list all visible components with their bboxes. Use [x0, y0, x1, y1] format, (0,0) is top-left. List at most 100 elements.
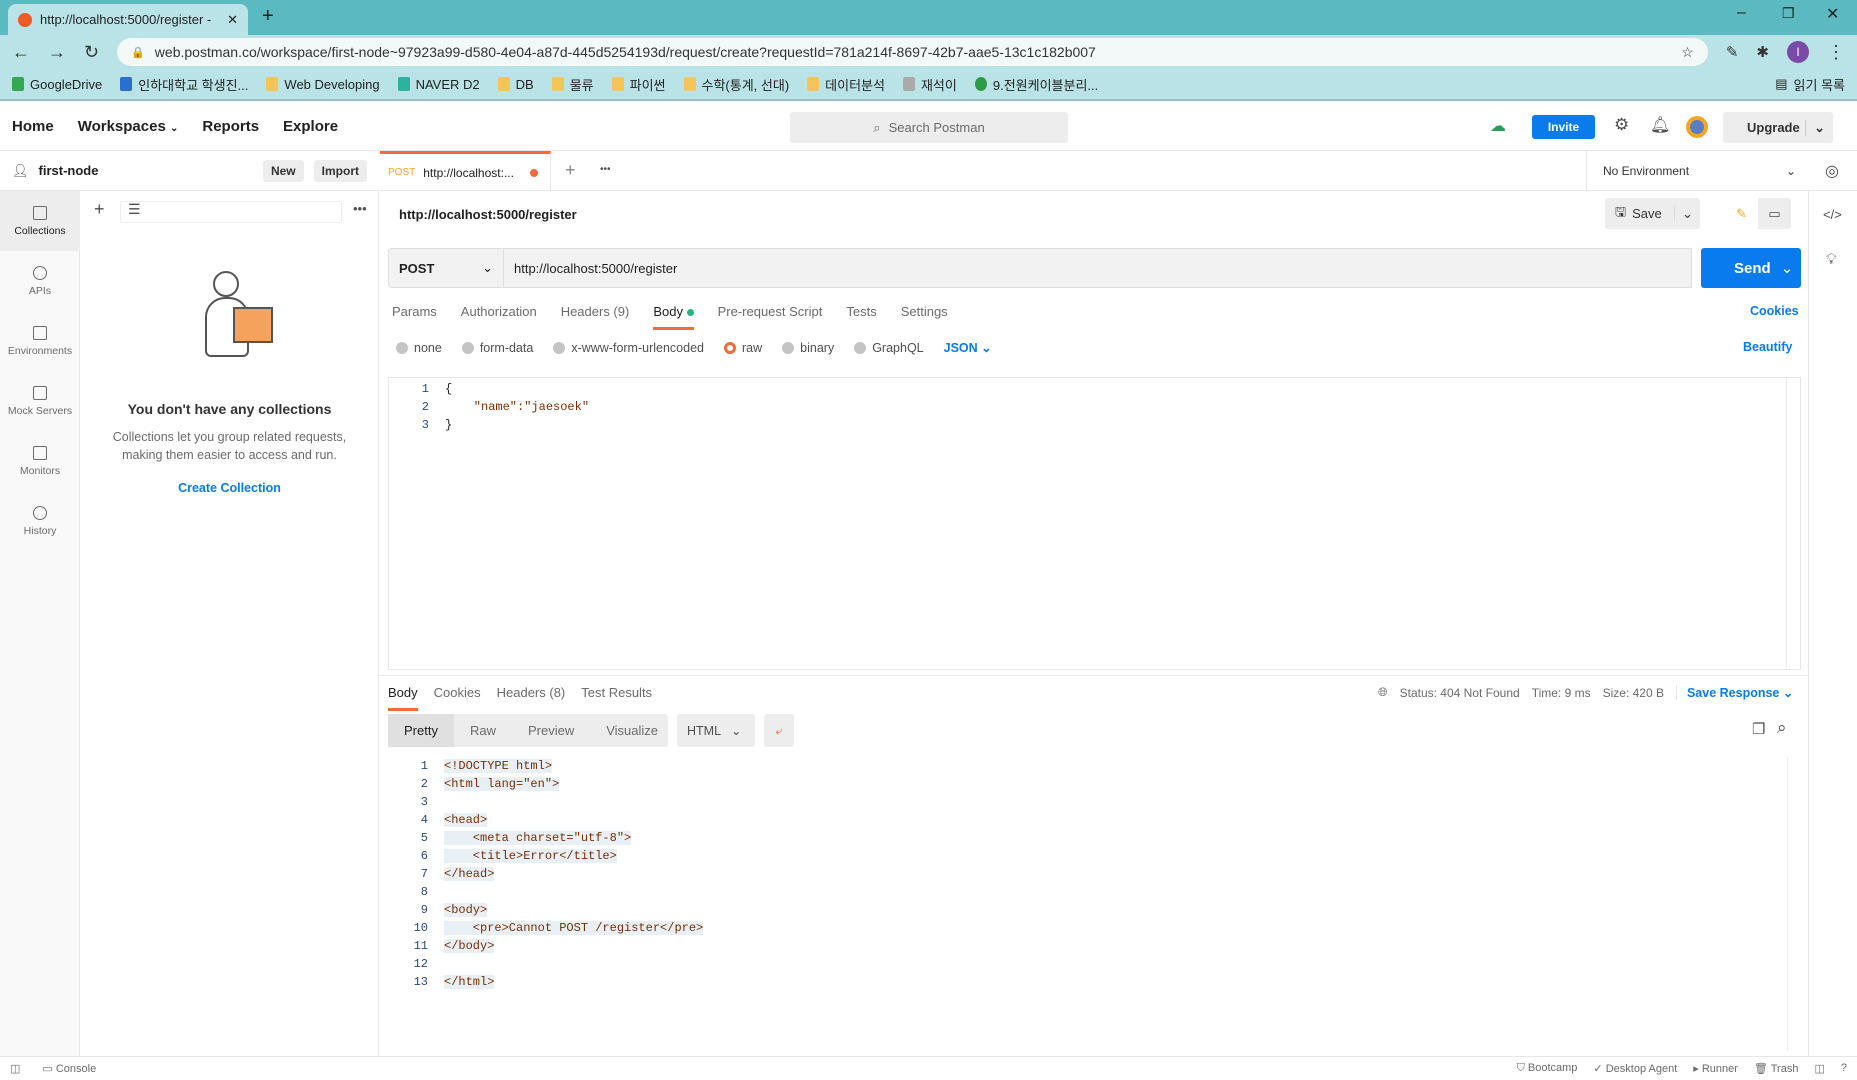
request-name[interactable]: http://localhost:5000/register: [399, 207, 577, 222]
pencil-icon[interactable]: ✎: [1725, 198, 1758, 229]
desktop-agent-button[interactable]: ✓ Desktop Agent: [1593, 1062, 1677, 1075]
response-format-select[interactable]: HTML ⌄: [677, 714, 755, 747]
cookies-link[interactable]: Cookies: [1750, 304, 1799, 318]
sidebar-item-history[interactable]: History: [0, 491, 80, 551]
editor-scrollbar[interactable]: [1786, 378, 1800, 669]
nav-reports[interactable]: Reports: [202, 118, 259, 135]
bookmark[interactable]: DB: [497, 77, 534, 92]
tab-pre-request-script[interactable]: Pre-request Script: [718, 304, 823, 330]
response-tab-cookies[interactable]: Cookies: [434, 685, 481, 711]
tab-options-icon[interactable]: •••: [600, 164, 611, 175]
new-request-tab-icon[interactable]: +: [565, 160, 576, 181]
sidebar-item-mock-servers[interactable]: Mock Servers: [0, 371, 80, 431]
console-button[interactable]: ▭ Console: [42, 1062, 96, 1075]
bookmark[interactable]: 수학(통계, 선대): [683, 75, 789, 94]
code-icon[interactable]: </>: [1823, 207, 1842, 222]
radio-form-data[interactable]: form-data: [461, 340, 533, 355]
new-button[interactable]: New: [262, 159, 304, 182]
bookmark[interactable]: 9.전원케이블분리...: [974, 75, 1098, 94]
toggle-sidebar-icon[interactable]: ◫: [10, 1062, 20, 1075]
sync-cloud-icon[interactable]: ☁: [1490, 116, 1506, 136]
notifications-icon[interactable]: 🔔︎: [1650, 115, 1670, 135]
nav-explore[interactable]: Explore: [283, 118, 338, 135]
close-window-icon[interactable]: ✕: [1826, 4, 1839, 24]
copy-icon[interactable]: ❐: [1752, 720, 1765, 738]
view-pretty[interactable]: Pretty: [388, 714, 454, 747]
back-icon[interactable]: ←: [12, 42, 30, 63]
sidebar-item-environments[interactable]: Environments: [0, 311, 80, 371]
two-pane-icon[interactable]: ◫: [1814, 1062, 1824, 1075]
radio-graphql[interactable]: GraphQL: [854, 340, 924, 355]
bookmark[interactable]: 파이썬: [611, 75, 666, 94]
browser-tab[interactable]: http://localhost:5000/register - ✕: [8, 4, 248, 35]
time-text[interactable]: Time: 9 ms: [1532, 686, 1591, 700]
sidebar-item-monitors[interactable]: Monitors: [0, 431, 80, 491]
radio-none[interactable]: none: [396, 340, 442, 355]
close-tab-icon[interactable]: ✕: [227, 12, 238, 28]
radio-urlencoded[interactable]: x-www-form-urlencoded: [553, 340, 704, 355]
minimize-icon[interactable]: –: [1737, 4, 1746, 22]
upgrade-button[interactable]: Upgrade ⌄: [1723, 112, 1833, 143]
runner-button[interactable]: ▸ Runner: [1693, 1062, 1738, 1075]
radio-binary[interactable]: binary: [782, 340, 834, 355]
search-icon[interactable]: ⌕: [1777, 718, 1787, 738]
save-button[interactable]: 🖫 Save ⌄: [1605, 198, 1700, 229]
tab-authorization[interactable]: Authorization: [461, 304, 537, 330]
send-button[interactable]: Send ⌄: [1701, 248, 1801, 288]
bookmark[interactable]: 인하대학교 학생진...: [120, 75, 248, 94]
search-postman[interactable]: ⌕ Search Postman: [790, 112, 1068, 143]
comments-icon[interactable]: ▭: [1758, 198, 1791, 229]
radio-raw[interactable]: raw: [724, 340, 762, 355]
tab-settings[interactable]: Settings: [901, 304, 948, 330]
bookmark[interactable]: GoogleDrive: [12, 77, 102, 92]
settings-icon[interactable]: ⚙: [1614, 115, 1629, 135]
lightbulb-icon[interactable]: 💡︎: [1826, 251, 1837, 268]
status-text[interactable]: Status: 404 Not Found: [1400, 686, 1520, 700]
nav-home[interactable]: Home: [12, 118, 54, 135]
bookmark[interactable]: 물류: [551, 75, 594, 94]
extension-icon[interactable]: ✎: [1726, 43, 1739, 61]
environment-quick-look-icon[interactable]: ◎: [1825, 161, 1839, 181]
chevron-down-icon[interactable]: ⌄: [1805, 119, 1833, 136]
create-collection-link[interactable]: Create Collection: [80, 481, 379, 495]
tab-params[interactable]: Params: [392, 304, 437, 330]
forward-icon[interactable]: →: [48, 42, 66, 63]
invite-button[interactable]: Invite: [1532, 115, 1595, 139]
bookmark[interactable]: 재석이: [902, 75, 957, 94]
add-collection-icon[interactable]: +: [94, 199, 105, 220]
beautify-link[interactable]: Beautify: [1743, 340, 1792, 354]
wrap-lines-button[interactable]: ⤶: [764, 714, 794, 747]
new-tab-icon[interactable]: +: [262, 5, 274, 28]
extensions-icon[interactable]: ✱: [1756, 43, 1769, 61]
response-tab-test-results[interactable]: Test Results: [581, 685, 652, 711]
response-tab-body[interactable]: Body: [388, 685, 418, 711]
help-icon[interactable]: ?: [1841, 1062, 1847, 1075]
nav-workspaces[interactable]: Workspaces ⌄: [78, 118, 179, 135]
response-body-viewer[interactable]: 1 <!DOCTYPE html> 2 <html lang="en"> 3 4 <head…: [388, 757, 1801, 1052]
filter-input[interactable]: [120, 201, 342, 223]
import-button[interactable]: Import: [313, 159, 367, 182]
trash-button[interactable]: 🗑︎ Trash: [1754, 1062, 1799, 1075]
view-preview[interactable]: Preview: [512, 714, 590, 747]
tab-tests[interactable]: Tests: [846, 304, 876, 330]
response-scrollbar[interactable]: [1787, 757, 1801, 1052]
sidebar-item-collections[interactable]: Collections: [0, 191, 80, 251]
bookmark[interactable]: Web Developing: [266, 77, 380, 92]
environment-select[interactable]: No Environment ⌄: [1586, 151, 1812, 191]
maximize-icon[interactable]: ❐: [1782, 5, 1795, 22]
bookmark-star-icon[interactable]: ☆: [1681, 44, 1694, 61]
bookmark[interactable]: NAVER D2: [397, 77, 480, 92]
reading-list[interactable]: ▤ 읽기 목록: [1775, 75, 1845, 94]
chevron-down-icon[interactable]: ⌄: [1771, 259, 1804, 277]
tab-body[interactable]: Body: [653, 304, 694, 330]
menu-icon[interactable]: ⋮: [1827, 42, 1845, 63]
url-input[interactable]: http://localhost:5000/register: [504, 248, 1692, 288]
profile-avatar[interactable]: I: [1787, 41, 1809, 63]
method-select[interactable]: POST ⌄: [388, 248, 504, 288]
request-tab[interactable]: POST http://localhost:...: [380, 151, 551, 191]
chevron-down-icon[interactable]: ⌄: [1674, 205, 1700, 222]
save-response-button[interactable]: Save Response ⌄: [1675, 685, 1793, 700]
bookmark[interactable]: 데이터분석: [807, 75, 885, 94]
edit-mode-toggle[interactable]: ✎ ▭: [1725, 198, 1791, 229]
tab-headers[interactable]: Headers (9): [561, 304, 630, 330]
